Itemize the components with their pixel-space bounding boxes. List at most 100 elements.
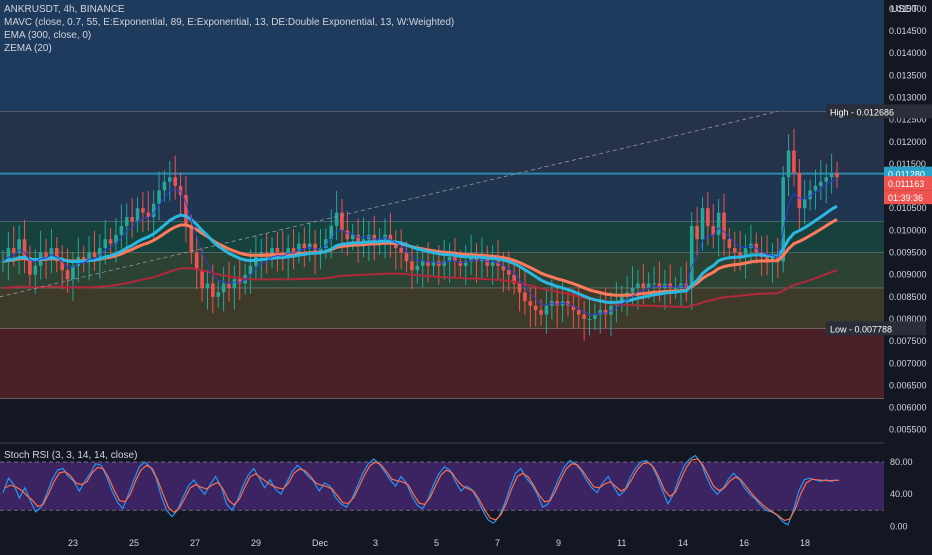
x-tick-label: 7 — [495, 538, 500, 548]
candle-body — [506, 270, 511, 275]
stoch-rsi-label[interactable]: Stoch RSI (3, 3, 14, 14, close) — [4, 450, 137, 461]
candle-body — [630, 287, 635, 293]
x-tick-label: 11 — [617, 538, 626, 548]
x-tick-label: 3 — [373, 538, 378, 548]
candle-body — [168, 177, 172, 182]
y-tick-label: 0.007000 — [889, 358, 927, 368]
y-tick-label: 0.010000 — [889, 225, 927, 235]
candle-body — [11, 248, 16, 253]
zema-indicator-label[interactable]: ZEMA (20) — [4, 42, 454, 55]
candle-body — [92, 252, 97, 257]
candle-body — [302, 243, 307, 249]
x-tick-label: Dec — [312, 538, 329, 548]
candle-body — [65, 270, 70, 280]
candle-body — [415, 265, 420, 271]
candle-body — [162, 181, 167, 191]
currency-label[interactable]: USDT — [891, 4, 918, 15]
y-tick-label: 0.014000 — [889, 48, 927, 58]
y-tick-label: 0.007500 — [889, 336, 927, 346]
candle-body — [646, 283, 651, 288]
x-tick-label: 16 — [739, 538, 749, 548]
y-tick-label: 0.006000 — [889, 403, 927, 413]
candle-body — [722, 212, 726, 240]
candle-body — [835, 172, 839, 178]
candle-body — [157, 190, 161, 204]
candle-body — [135, 208, 140, 222]
candle-body — [523, 292, 527, 302]
fib-zone-7 — [0, 398, 884, 443]
fib-zone-1 — [0, 111, 884, 174]
fib-zone-6 — [0, 328, 884, 399]
ema-indicator-label[interactable]: EMA (300, close, 0) — [4, 29, 454, 42]
rsi-tick-label: 0.00 — [890, 521, 908, 531]
candle-body — [716, 212, 721, 235]
candle-body — [200, 270, 204, 288]
y-tick-label: 0.014500 — [889, 26, 927, 36]
y-tick-label: 0.008500 — [889, 292, 927, 302]
candle-body — [275, 248, 280, 253]
candle-body — [673, 287, 678, 289]
candle-body — [528, 301, 533, 306]
chart-container[interactable]: 0.015000 0.014500 0.014000 0.013500 0.013000… — [0, 0, 932, 550]
candle-body — [544, 305, 549, 315]
candle-body — [576, 310, 581, 315]
x-tick-label: 5 — [434, 538, 439, 548]
y-tick-label: 0.009500 — [889, 248, 927, 258]
candle-body — [706, 208, 710, 226]
candle-body — [141, 208, 145, 213]
candle-body — [410, 261, 414, 271]
candle-body — [695, 225, 699, 240]
candle-body — [829, 172, 834, 178]
current-price-label: 0.011163 — [888, 179, 924, 189]
x-tick-label: 25 — [129, 538, 139, 548]
candle-body — [819, 181, 823, 187]
candle-body — [404, 252, 409, 262]
candle-body — [587, 318, 592, 320]
y-tick-label: 0.013500 — [889, 70, 927, 80]
low-label: Low - 0.007788 — [830, 324, 892, 334]
candle-body — [44, 252, 48, 257]
mavc-indicator-label[interactable]: MAVC (close, 0.7, 55, E:Exponential, 89,… — [4, 16, 454, 29]
candle-body — [189, 225, 194, 253]
candle-body — [593, 314, 597, 319]
candle-body — [350, 234, 355, 240]
candle-body — [786, 150, 791, 178]
candle-body — [33, 265, 38, 275]
candle-body — [108, 239, 113, 244]
candle-body — [216, 292, 221, 297]
candle-body — [420, 261, 425, 266]
y-tick-label: 0.006500 — [889, 380, 927, 390]
y-tick-label: 0.013000 — [889, 92, 927, 102]
x-tick-label: 9 — [556, 538, 561, 548]
candle-body — [668, 283, 672, 288]
x-tick-label: 29 — [251, 538, 261, 548]
candle-body — [641, 283, 646, 288]
candle-body — [802, 199, 807, 209]
countdown-label: 01:39:36 — [888, 193, 923, 203]
candle-body — [797, 172, 802, 209]
high-label: High - 0.012686 — [830, 107, 894, 117]
x-tick-label: 27 — [190, 538, 200, 548]
candle-body — [533, 305, 538, 311]
y-tick-label: 0.009000 — [889, 270, 927, 280]
candle-body — [636, 283, 640, 288]
candle-body — [71, 265, 75, 280]
candle-body — [221, 283, 226, 293]
candle-body — [151, 203, 156, 218]
candle-body — [211, 283, 215, 297]
y-tick-label: 0.010500 — [889, 203, 927, 213]
candle-body — [205, 283, 210, 288]
candle-body — [194, 252, 199, 271]
chart-canvas[interactable]: 0.0150000.0145000.0140000.0135000.013000… — [0, 0, 932, 550]
candle-body — [119, 225, 124, 235]
candle-body — [732, 248, 737, 253]
candle-body — [173, 177, 177, 187]
symbol-title[interactable]: ANKRUSDT, 4h, BINANCE — [4, 3, 454, 16]
candle-body — [130, 217, 134, 222]
candle-body — [334, 212, 339, 226]
y-tick-label: 0.005500 — [889, 425, 927, 435]
x-tick-label: 14 — [678, 538, 688, 548]
candle-body — [792, 150, 796, 173]
candle-body — [555, 301, 560, 306]
chart-legend: ANKRUSDT, 4h, BINANCE MAVC (close, 0.7, … — [4, 3, 454, 55]
